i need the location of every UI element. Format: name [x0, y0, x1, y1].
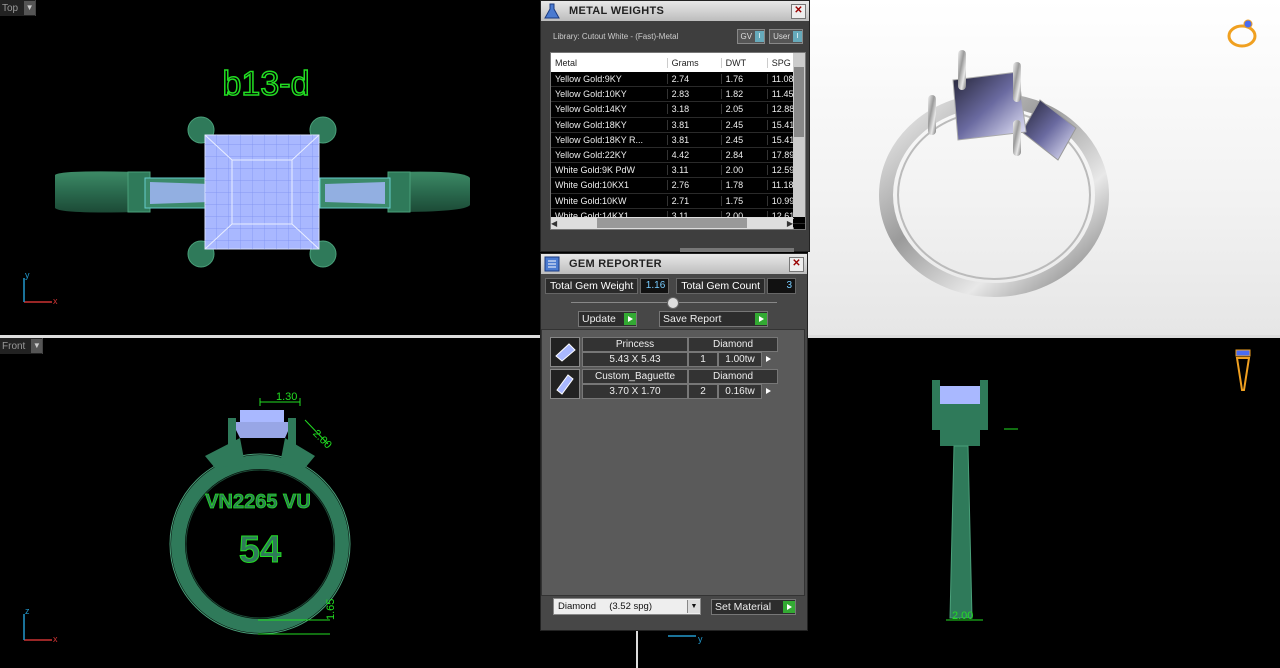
metal-weights-table: Metal Grams DWT SPG Yellow Gold:9KY 2.74 1.76…	[550, 52, 806, 230]
metal-weights-panel: METAL WEIGHTS ✕ Library: Cutout White - …	[540, 0, 810, 252]
update-button[interactable]: Update	[578, 311, 637, 327]
chevron-right-icon: ▶	[786, 218, 793, 228]
model-label: b13-d	[223, 65, 310, 103]
column-header[interactable]: Grams	[668, 57, 722, 68]
princess-gem-icon	[550, 337, 580, 367]
dimension-width: 2.00	[952, 610, 973, 622]
table-cell: Yellow Gold:10KY	[551, 89, 668, 100]
chevron-down-icon[interactable]: ▼	[31, 339, 43, 353]
play-icon	[783, 600, 795, 613]
dimension-diag: 2.00	[310, 428, 334, 452]
flask-icon	[541, 1, 563, 21]
chevron-left-icon: ◀	[551, 218, 558, 228]
table-cell: White Gold:10KX1	[551, 180, 668, 191]
table-cell: Yellow Gold:9KY	[551, 74, 668, 85]
table-row[interactable]: Yellow Gold:14KY 3.18 2.05 12.88	[551, 102, 805, 118]
perspective-viewport[interactable]	[808, 0, 1280, 335]
material-select[interactable]: Diamond (3.52 spg) ▼	[553, 598, 701, 615]
gem-reporter-titlebar[interactable]: GEM REPORTER ✕	[541, 254, 807, 274]
table-cell: 3.18	[668, 104, 722, 115]
table-row[interactable]: Yellow Gold:10KY 2.83 1.82 11.45	[551, 87, 805, 103]
total-gem-count-value: 3	[767, 278, 797, 294]
table-row[interactable]: Yellow Gold:18KY R... 3.81 2.45 15.41	[551, 133, 805, 148]
table-cell: 2.84	[722, 150, 768, 161]
table-row[interactable]: Yellow Gold:18KY 3.81 2.45 15.41	[551, 118, 805, 133]
set-material-button[interactable]: Set Material	[711, 598, 796, 615]
table-cell: 2.74	[668, 74, 722, 85]
table-cell: Yellow Gold:22KY	[551, 150, 668, 161]
table-cell: 3.81	[668, 119, 722, 130]
table-cell: 1.82	[722, 89, 768, 100]
list-item[interactable]: Princess Diamond 5.43 X 5.43 1 1.00tw	[550, 337, 780, 367]
total-gem-weight-value: 1.16	[640, 278, 670, 294]
dimension-bottom: 1.65	[325, 599, 337, 620]
play-icon	[624, 313, 636, 325]
table-cell: 2.45	[722, 134, 768, 145]
user-toggle[interactable]: User I	[769, 28, 803, 44]
table-cell: 1.76	[722, 74, 768, 85]
table-cell: White Gold:10KW	[551, 195, 668, 206]
dimension-top: 1.30	[276, 391, 297, 403]
close-icon[interactable]: ✕	[791, 3, 806, 19]
chevron-down-icon[interactable]: ▼	[24, 1, 36, 15]
table-row[interactable]: Yellow Gold:22KY 4.42 2.84 17.89	[551, 148, 805, 164]
axis-x-label: x	[53, 634, 58, 644]
gem-list: Princess Diamond 5.43 X 5.43 1 1.00tw Cu…	[541, 329, 805, 596]
engraving-text: VN2265 VU	[205, 491, 311, 513]
table-cell: 2.83	[668, 89, 722, 100]
table-row[interactable]: White Gold:10KW 2.71 1.75 10.99	[551, 194, 805, 209]
play-icon	[755, 313, 767, 325]
column-header[interactable]: DWT	[722, 57, 768, 68]
table-cell: 2.71	[668, 195, 722, 206]
table-header[interactable]: Metal Grams DWT SPG	[551, 53, 805, 72]
table-cell: Yellow Gold:18KY R...	[551, 134, 668, 145]
table-cell: 2.76	[668, 180, 722, 191]
ring-view-icon[interactable]	[1226, 14, 1262, 53]
table-cell: 1.78	[722, 180, 768, 191]
axis-x-label: x	[53, 296, 58, 306]
table-cell: 1.75	[722, 195, 768, 206]
top-viewport[interactable]: b13-d x y Top ▼	[0, 0, 540, 335]
chevron-down-icon: ▼	[687, 600, 700, 613]
total-gem-weight-label: Total Gem Weight	[545, 278, 639, 294]
table-row[interactable]: Yellow Gold:9KY 2.74 1.76 11.08	[551, 72, 805, 88]
table-row[interactable]: White Gold:10KX1 2.76 1.78 11.18	[551, 178, 805, 194]
table-cell: Yellow Gold:14KY	[551, 104, 668, 115]
partial-button[interactable]	[680, 248, 794, 252]
table-cell: 4.42	[668, 150, 722, 161]
column-header[interactable]: Metal	[551, 57, 668, 68]
table-cell: 2.05	[722, 104, 768, 115]
table-cell: White Gold:9K PdW	[551, 165, 668, 176]
table-cell: Yellow Gold:18KY	[551, 119, 668, 130]
table-row[interactable]: White Gold:9K PdW 3.11 2.00 12.59	[551, 163, 805, 179]
gauge-view-icon[interactable]	[1232, 346, 1254, 397]
library-label: Library: Cutout White - (Fast)-Metal	[553, 31, 679, 41]
save-report-button[interactable]: Save Report	[659, 311, 768, 327]
list-item[interactable]: Custom_Baguette Diamond 3.70 X 1.70 2 0.…	[550, 369, 780, 399]
close-icon[interactable]: ✕	[789, 256, 804, 272]
report-icon	[541, 254, 563, 274]
ring-size-text: 54	[239, 529, 281, 571]
table-cell: 2.00	[722, 165, 768, 176]
gv-toggle[interactable]: GV I	[736, 28, 766, 44]
baguette-gem-icon	[550, 369, 580, 399]
top-viewport-label[interactable]: Top ▼	[0, 0, 37, 16]
horizontal-scrollbar[interactable]: ◀ ▶	[551, 217, 793, 229]
perspective-ring-render	[879, 50, 1109, 297]
metal-weights-titlebar[interactable]: METAL WEIGHTS ✕	[541, 1, 809, 21]
gem-reporter-panel: GEM REPORTER ✕ Total Gem Weight 1.16 Tot…	[540, 253, 808, 631]
front-viewport-label[interactable]: Front ▼	[0, 338, 44, 354]
total-gem-count-label: Total Gem Count	[676, 278, 766, 294]
table-cell: 3.81	[668, 134, 722, 145]
table-cell: 2.45	[722, 119, 768, 130]
table-cell: 3.11	[668, 165, 722, 176]
axis-y-label: y	[25, 270, 30, 280]
top-view-drawing: b13-d x y	[23, 64, 470, 306]
splitter-slider[interactable]	[571, 296, 777, 309]
vertical-scrollbar[interactable]	[793, 53, 805, 217]
axis-y-label: y	[698, 634, 703, 644]
axis-z-label: z	[25, 606, 30, 616]
